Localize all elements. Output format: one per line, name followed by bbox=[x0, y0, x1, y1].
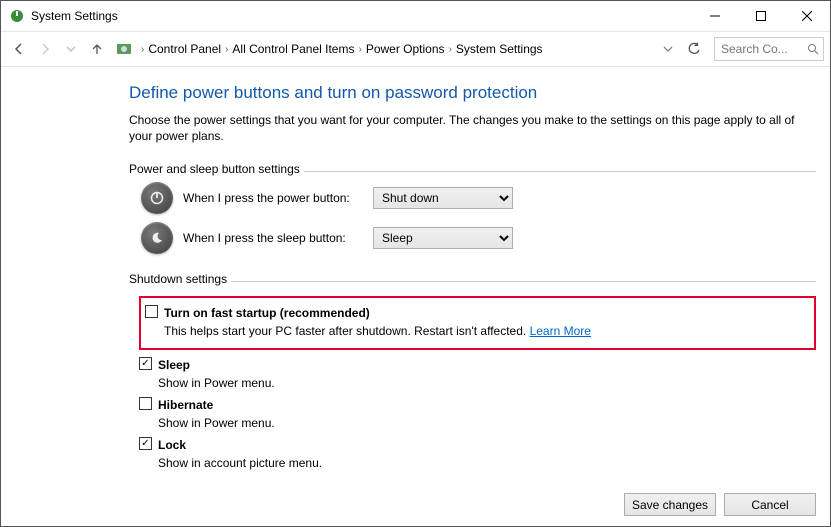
breadcrumb-item[interactable]: Control Panel bbox=[146, 40, 223, 58]
fast-startup-desc: This helps start your PC faster after sh… bbox=[145, 324, 810, 338]
power-icon bbox=[141, 182, 173, 214]
lock-desc: Show in account picture menu. bbox=[139, 456, 816, 470]
lock-checkbox[interactable] bbox=[139, 437, 152, 450]
back-button[interactable] bbox=[7, 37, 31, 61]
breadcrumb-item[interactable]: System Settings bbox=[454, 40, 545, 58]
power-button-row: When I press the power button: Shut down bbox=[129, 182, 816, 214]
sleep-checkbox[interactable] bbox=[139, 357, 152, 370]
recent-dropdown[interactable] bbox=[59, 37, 83, 61]
forward-button[interactable] bbox=[33, 37, 57, 61]
sleep-desc: Show in Power menu. bbox=[139, 376, 816, 390]
chevron-right-icon: › bbox=[358, 44, 361, 55]
fast-startup-checkbox[interactable] bbox=[145, 305, 158, 318]
chevron-right-icon: › bbox=[225, 44, 228, 55]
sleep-button-label: When I press the sleep button: bbox=[183, 231, 373, 245]
sleep-button-row: When I press the sleep button: Sleep bbox=[129, 222, 816, 254]
content: Define power buttons and turn on passwor… bbox=[1, 67, 830, 470]
sleep-icon bbox=[141, 222, 173, 254]
lock-title: Lock bbox=[158, 438, 186, 452]
window-title: System Settings bbox=[31, 9, 692, 23]
page-intro: Choose the power settings that you want … bbox=[129, 113, 816, 144]
minimize-button[interactable] bbox=[692, 1, 738, 31]
up-button[interactable] bbox=[85, 37, 109, 61]
breadcrumb-item[interactable]: All Control Panel Items bbox=[230, 40, 356, 58]
titlebar: System Settings bbox=[1, 1, 830, 31]
page-heading: Define power buttons and turn on passwor… bbox=[129, 83, 816, 103]
hibernate-desc: Show in Power menu. bbox=[139, 416, 816, 430]
fast-startup-title: Turn on fast startup (recommended) bbox=[164, 306, 370, 320]
highlighted-setting: Turn on fast startup (recommended) This … bbox=[139, 296, 816, 350]
power-button-label: When I press the power button: bbox=[183, 191, 373, 205]
cancel-button[interactable]: Cancel bbox=[724, 493, 816, 516]
navbar: › Control Panel › All Control Panel Item… bbox=[1, 31, 830, 67]
hibernate-title: Hibernate bbox=[158, 398, 213, 412]
chevron-right-icon: › bbox=[449, 44, 452, 55]
maximize-button[interactable] bbox=[738, 1, 784, 31]
address-dropdown[interactable] bbox=[656, 37, 680, 61]
hibernate-checkbox[interactable] bbox=[139, 397, 152, 410]
search-icon bbox=[807, 42, 819, 60]
learn-more-link[interactable]: Learn More bbox=[530, 324, 591, 338]
footer: Save changes Cancel bbox=[624, 493, 816, 516]
control-panel-icon bbox=[115, 40, 133, 58]
divider bbox=[129, 281, 816, 282]
refresh-button[interactable] bbox=[682, 42, 706, 56]
section-legend: Power and sleep button settings bbox=[129, 162, 304, 176]
breadcrumb[interactable]: › Control Panel › All Control Panel Item… bbox=[111, 40, 654, 58]
section-legend: Shutdown settings bbox=[129, 272, 231, 286]
breadcrumb-item[interactable]: Power Options bbox=[364, 40, 447, 58]
sleep-button-select[interactable]: Sleep bbox=[373, 227, 513, 249]
save-button[interactable]: Save changes bbox=[624, 493, 716, 516]
chevron-right-icon: › bbox=[141, 44, 144, 55]
sleep-title: Sleep bbox=[158, 358, 190, 372]
close-button[interactable] bbox=[784, 1, 830, 31]
power-button-select[interactable]: Shut down bbox=[373, 187, 513, 209]
app-icon bbox=[9, 8, 25, 24]
